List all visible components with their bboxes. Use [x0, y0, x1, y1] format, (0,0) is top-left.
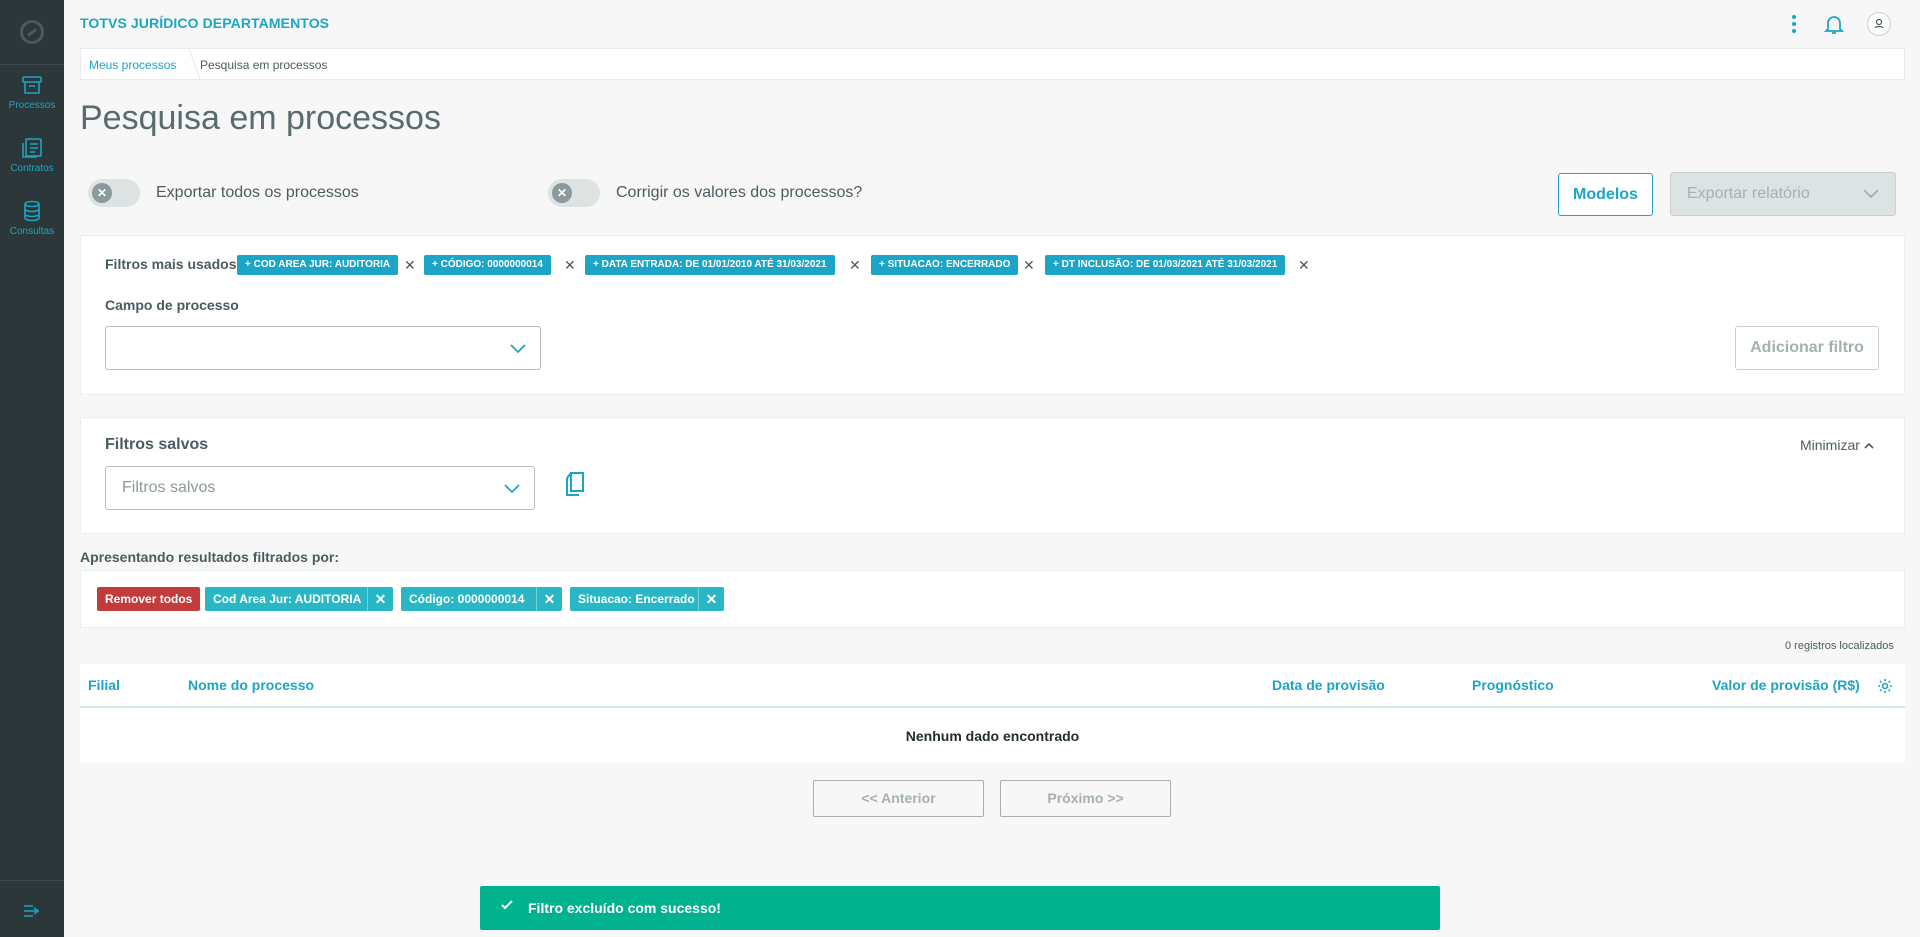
sidebar-item-label: Contratos: [10, 163, 54, 174]
close-icon[interactable]: ✕: [1023, 256, 1035, 274]
copy-icon[interactable]: [560, 469, 590, 499]
results-filtered-label: Apresentando resultados filtrados por:: [80, 549, 340, 565]
breadcrumb-separator: [175, 49, 201, 79]
active-filter-label: Situacao: Encerrado: [578, 592, 695, 606]
page-title: Pesquisa em processos: [80, 99, 441, 137]
quick-filter-chip[interactable]: + SITUACAO: ENCERRADO: [871, 255, 1019, 275]
bell-icon[interactable]: [1822, 12, 1846, 36]
quick-filter-chip[interactable]: + COD AREA JUR: AUDITORIA: [237, 255, 399, 275]
database-icon: [24, 200, 40, 222]
contracts-icon: [22, 138, 42, 158]
breadcrumb: Meus processos Pesquisa em processos: [80, 48, 1905, 80]
most-used-filters-label: Filtros mais usados: [105, 256, 237, 272]
export-report-select[interactable]: Exportar relatório: [1670, 172, 1896, 216]
correct-values-label: Corrigir os valores dos processos?: [616, 184, 863, 201]
active-filter-label: Cod Area Jur: AUDITORIA: [213, 592, 362, 606]
process-field-select[interactable]: [105, 326, 541, 370]
minimize-button[interactable]: Minimizar: [1800, 437, 1874, 453]
user-icon: [1874, 18, 1884, 29]
export-all-toggle[interactable]: ✕: [88, 179, 140, 207]
app-title: TOTVS JURÍDICO DEPARTAMENTOS: [80, 15, 330, 31]
gear-icon[interactable]: [1877, 678, 1893, 694]
close-icon[interactable]: ✕: [849, 256, 861, 274]
export-report-label: Exportar relatório: [1687, 185, 1810, 202]
active-filter-chip[interactable]: Código: 0000000014 ✕: [401, 587, 562, 611]
column-header-nome-processo[interactable]: Nome do processo: [188, 677, 314, 693]
more-vertical-icon[interactable]: [1782, 12, 1806, 36]
close-icon[interactable]: ✕: [536, 587, 562, 611]
active-filter-label: Código: 0000000014: [409, 592, 525, 606]
export-all-label: Exportar todos os processos: [156, 184, 359, 201]
avatar[interactable]: [1867, 12, 1891, 36]
column-header-data-provisao[interactable]: Data de provisão: [1272, 677, 1385, 693]
minimize-label: Minimizar: [1800, 437, 1860, 453]
close-icon[interactable]: ✕: [1298, 256, 1310, 274]
success-toast: Filtro excluído com sucesso!: [480, 886, 1440, 930]
chevron-up-icon: [1864, 442, 1874, 449]
check-icon: [501, 900, 513, 910]
sidebar-item-consultas[interactable]: Consultas: [0, 200, 64, 260]
sidebar-item-label: Consultas: [9, 226, 55, 237]
chevron-down-icon: [510, 344, 526, 354]
sidebar-divider: [0, 880, 64, 881]
saved-filters-select[interactable]: Filtros salvos: [105, 466, 535, 510]
table-header: Filial Nome do processo Data de provisão…: [80, 664, 1905, 708]
close-icon[interactable]: ✕: [698, 587, 724, 611]
chevron-down-icon: [1863, 189, 1879, 199]
previous-page-button[interactable]: << Anterior: [813, 780, 984, 817]
column-header-prognostico[interactable]: Prognóstico: [1472, 677, 1554, 693]
remove-all-button[interactable]: Remover todos: [97, 587, 201, 611]
breadcrumb-current: Pesquisa em processos: [200, 58, 328, 72]
quick-filter-chip[interactable]: + DT INCLUSÃO: DE 01/03/2021 ATÉ 31/03/2…: [1045, 255, 1286, 275]
active-filter-chip[interactable]: Cod Area Jur: AUDITORIA ✕: [205, 587, 393, 611]
close-icon: ✕: [552, 183, 572, 203]
close-icon[interactable]: ✕: [367, 587, 393, 611]
results-count: 0 registros localizados: [1785, 640, 1894, 652]
archive-icon: [22, 76, 42, 94]
saved-filters-placeholder: Filtros salvos: [122, 479, 216, 496]
saved-filters-title: Filtros salvos: [105, 436, 209, 453]
sidebar: Processos Contratos Consultas: [0, 0, 64, 937]
process-field-label: Campo de processo: [105, 297, 239, 313]
logo-icon: [20, 20, 44, 44]
breadcrumb-link-meus-processos[interactable]: Meus processos: [89, 58, 176, 72]
next-page-button[interactable]: Próximo >>: [1000, 780, 1171, 817]
correct-values-toggle[interactable]: ✕: [548, 179, 600, 207]
chevron-down-icon: [504, 484, 520, 494]
sidebar-item-label: Processos: [8, 100, 56, 111]
close-icon[interactable]: ✕: [404, 256, 416, 274]
quick-filter-chip[interactable]: + CÓDIGO: 0000000014: [424, 255, 551, 275]
sidebar-item-contratos[interactable]: Contratos: [0, 137, 64, 197]
close-icon[interactable]: ✕: [564, 256, 576, 274]
empty-state-message: Nenhum dado encontrado: [905, 728, 1080, 744]
column-header-valor-provisao[interactable]: Valor de provisão (R$): [1712, 677, 1860, 693]
table-body: Nenhum dado encontrado: [80, 708, 1905, 763]
toast-message: Filtro excluído com sucesso!: [528, 900, 721, 916]
close-icon: ✕: [92, 183, 112, 203]
add-filter-button[interactable]: Adicionar filtro: [1735, 326, 1879, 370]
collapse-menu-icon[interactable]: [22, 903, 42, 919]
active-filter-chip[interactable]: Situacao: Encerrado ✕: [570, 587, 724, 611]
modelos-button[interactable]: Modelos: [1558, 173, 1653, 216]
quick-filter-chip[interactable]: + DATA ENTRADA: DE 01/01/2010 ATÉ 31/03/…: [585, 255, 835, 275]
sidebar-item-processos[interactable]: Processos: [0, 74, 64, 134]
column-header-filial[interactable]: Filial: [88, 677, 120, 693]
sidebar-divider: [0, 64, 64, 65]
